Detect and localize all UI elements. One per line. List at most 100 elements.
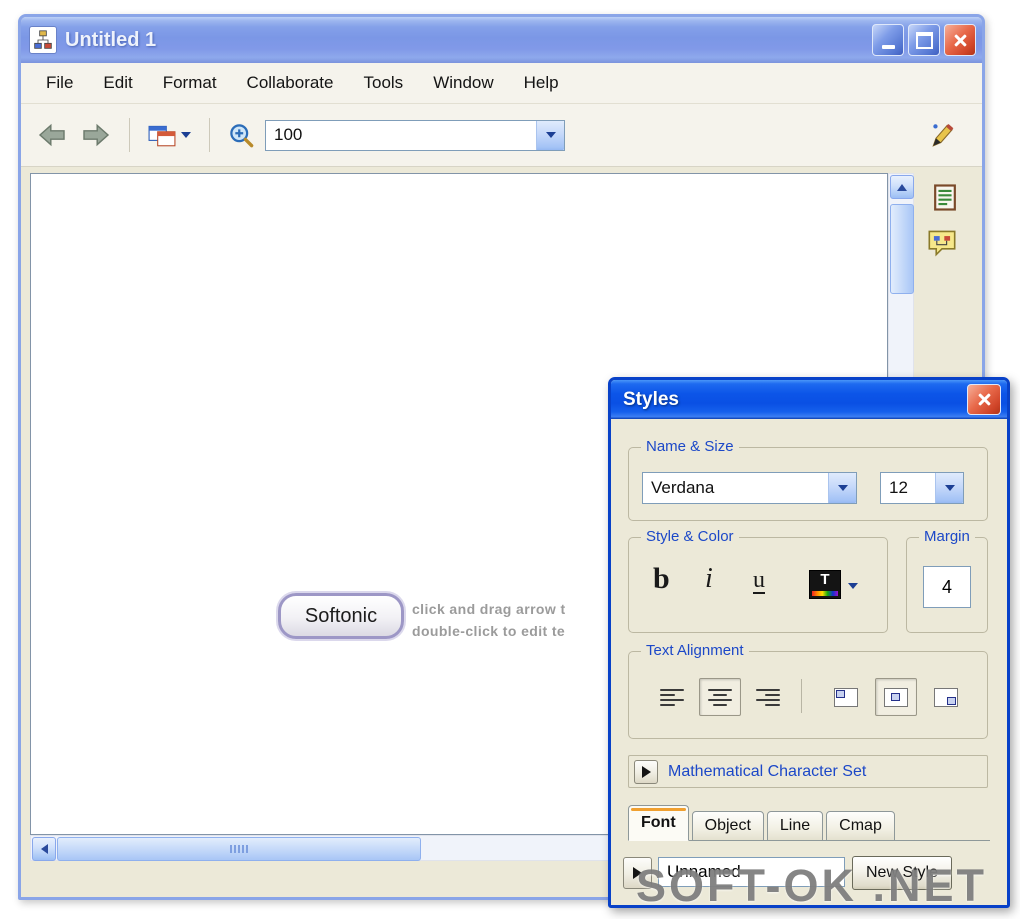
align-center-button[interactable] <box>699 678 741 716</box>
text-alignment-group: Text Alignment <box>628 642 988 739</box>
pencil-icon <box>932 123 954 147</box>
minimize-icon <box>881 45 895 49</box>
size-combobox[interactable]: 12 <box>880 472 964 504</box>
toolbar-separator <box>129 118 130 152</box>
text-color-letter: T <box>820 571 830 588</box>
dialog-titlebar: Styles <box>611 380 1007 419</box>
zoom-icon <box>230 123 254 147</box>
toolbar-separator <box>209 118 210 152</box>
text-color-dropdown-button[interactable] <box>848 583 858 589</box>
maximize-icon <box>915 31 933 49</box>
text-position-right-icon <box>934 687 958 707</box>
margin-input[interactable] <box>923 566 971 608</box>
text-position-left-icon <box>834 687 858 707</box>
size-dropdown-button[interactable] <box>935 473 963 503</box>
window-title: Untitled 1 <box>65 28 157 51</box>
menu-bar: File Edit Format Collaborate Tools Windo… <box>21 63 982 104</box>
dialog-body: Name & Size Verdana 12 Style & Color b i… <box>611 419 1007 905</box>
app-icon[interactable] <box>29 26 57 54</box>
dialog-close-button[interactable] <box>967 384 1001 415</box>
italic-button[interactable]: i <box>705 563 713 595</box>
chat-button[interactable] <box>926 227 958 259</box>
tab-cmap[interactable]: Cmap <box>826 811 895 841</box>
view-mode-button[interactable] <box>148 123 191 147</box>
notes-icon <box>934 183 956 211</box>
forward-button[interactable] <box>81 123 111 147</box>
forward-arrow-icon <box>83 123 110 147</box>
thumb-grip-icon <box>230 845 248 853</box>
dropdown-arrow-icon <box>545 132 556 138</box>
math-character-section: Mathematical Character Set <box>628 755 988 788</box>
align-left-button[interactable] <box>651 678 693 716</box>
margin-group: Margin <box>906 528 988 633</box>
menu-tools[interactable]: Tools <box>349 63 419 103</box>
topic-node[interactable]: Softonic <box>278 593 404 639</box>
minimize-button[interactable] <box>872 24 904 56</box>
arrow-up-icon <box>897 183 907 191</box>
menu-format[interactable]: Format <box>148 63 232 103</box>
text-position-center-button[interactable] <box>875 678 917 716</box>
arrow-left-icon <box>40 844 48 854</box>
bold-button[interactable]: b <box>653 562 670 596</box>
align-center-icon <box>708 688 732 706</box>
menu-help[interactable]: Help <box>509 63 574 103</box>
text-color-button[interactable]: T <box>809 570 841 599</box>
close-icon <box>953 33 968 48</box>
back-button[interactable] <box>37 123 67 147</box>
math-expander-button[interactable] <box>634 759 658 784</box>
rainbow-stripe-icon <box>812 591 838 596</box>
mindmap-icon <box>34 30 52 49</box>
menu-edit[interactable]: Edit <box>88 63 147 103</box>
tab-line[interactable]: Line <box>766 811 824 841</box>
titlebar: Untitled 1 <box>21 17 982 63</box>
text-position-right-button[interactable] <box>925 678 967 716</box>
margin-label: Margin <box>919 528 975 545</box>
name-size-label: Name & Size <box>641 438 739 455</box>
text-position-left-button[interactable] <box>825 678 867 716</box>
tab-object[interactable]: Object <box>691 811 764 841</box>
zoom-value: 100 <box>274 125 303 144</box>
alignment-separator <box>801 679 802 713</box>
menu-window[interactable]: Window <box>418 63 508 103</box>
underline-button[interactable]: u <box>753 568 765 594</box>
zoom-button[interactable] <box>228 122 255 149</box>
close-icon <box>977 392 992 407</box>
dropdown-arrow-icon <box>944 485 955 491</box>
align-left-icon <box>660 688 684 706</box>
text-position-center-icon <box>884 687 908 707</box>
toolbar: 100 <box>21 104 982 167</box>
font-dropdown-button[interactable] <box>828 473 856 503</box>
menu-collaborate[interactable]: Collaborate <box>232 63 349 103</box>
edit-pencil-button[interactable] <box>930 121 956 149</box>
hint-text-line2: double-click to edit te <box>412 623 566 639</box>
hint-text-line1: click and drag arrow t <box>412 601 566 617</box>
style-color-group: Style & Color b i u T <box>628 528 888 633</box>
vertical-scroll-thumb[interactable] <box>890 204 914 294</box>
align-right-button[interactable] <box>747 678 789 716</box>
cascade-windows-icon <box>148 125 176 147</box>
back-arrow-icon <box>38 123 65 147</box>
close-button[interactable] <box>944 24 976 56</box>
font-value: Verdana <box>651 478 715 497</box>
horizontal-scroll-thumb[interactable] <box>57 837 421 861</box>
chevron-down-icon <box>181 132 191 138</box>
dialog-title: Styles <box>623 388 679 410</box>
styles-dialog: Styles Name & Size Verdana 12 Style & Co… <box>608 377 1010 908</box>
chat-bubble-icon <box>928 230 956 257</box>
style-color-label: Style & Color <box>641 528 739 545</box>
scroll-up-button[interactable] <box>890 175 914 199</box>
tab-strip: Font Object Line Cmap <box>628 803 990 841</box>
text-alignment-label: Text Alignment <box>641 642 749 659</box>
menu-file[interactable]: File <box>31 63 88 103</box>
dropdown-arrow-icon <box>837 485 848 491</box>
maximize-button[interactable] <box>908 24 940 56</box>
tab-font[interactable]: Font <box>628 805 689 841</box>
watermark: SOFT-OK .NET <box>636 860 987 911</box>
zoom-combobox[interactable]: 100 <box>265 119 565 151</box>
notes-button[interactable] <box>929 181 961 213</box>
scroll-left-button[interactable] <box>32 837 56 861</box>
font-combobox[interactable]: Verdana <box>642 472 857 504</box>
name-size-group: Name & Size Verdana 12 <box>628 438 988 521</box>
zoom-dropdown-button[interactable] <box>536 120 564 150</box>
expand-arrow-icon <box>641 765 651 778</box>
